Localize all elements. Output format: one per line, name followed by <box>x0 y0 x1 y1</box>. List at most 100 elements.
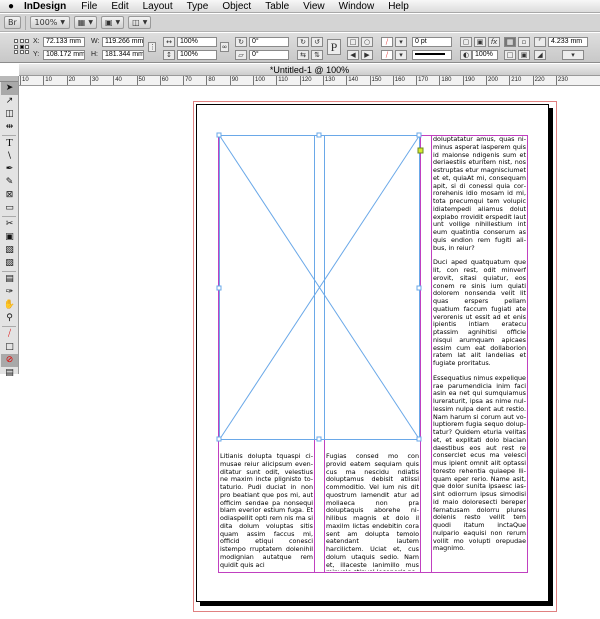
ref-point[interactable] <box>19 50 24 55</box>
select-content-icon[interactable]: ○ <box>361 37 373 47</box>
screen-mode-dropdown[interactable]: ▣ ▼ <box>100 16 125 29</box>
scale-x-field[interactable]: 100% <box>177 37 217 47</box>
text-wrap-icon[interactable]: ▦ <box>504 37 516 47</box>
select-container-icon[interactable]: □ <box>347 37 359 47</box>
stroke-type-dropdown[interactable] <box>412 50 452 60</box>
flip-vertical-icon[interactable]: ⇅ <box>311 50 323 60</box>
y-position-field[interactable]: 108.172 mm <box>43 50 85 60</box>
menu-edit[interactable]: Edit <box>104 1 135 12</box>
reference-point-selector[interactable] <box>14 39 30 55</box>
ruler-tick-label: 140 <box>346 76 358 85</box>
ref-point[interactable] <box>14 39 18 43</box>
zoom-tool-icon[interactable]: ⚲ <box>1 312 18 325</box>
gradient-feather-tool-icon[interactable]: ▨ <box>1 257 18 270</box>
screen-mode-icon[interactable]: ▤ <box>1 367 18 380</box>
formatting-affects-container-icon[interactable]: □ <box>1 341 18 354</box>
ref-point[interactable] <box>25 50 30 55</box>
select-previous-icon[interactable]: ◀ <box>347 50 359 60</box>
hand-tool-icon[interactable]: ✋ <box>1 299 18 312</box>
scale-link-icon[interactable]: ∞ <box>220 42 229 52</box>
text-frame-column-2[interactable]: Fugias consed mo con provid eatem sequia… <box>326 453 419 571</box>
corner-shape-dropdown-icon[interactable]: ▾ <box>562 50 584 60</box>
line-tool-icon[interactable]: \ <box>1 150 18 163</box>
fitting-offset-field[interactable]: 4.233 mm <box>548 37 588 47</box>
text-frame-column-3[interactable]: doluptatatur amus, quas ni­minus asperat… <box>433 136 526 572</box>
scissors-tool-icon[interactable]: ✂ <box>1 218 18 231</box>
fill-none-icon[interactable]: ⧸ <box>381 37 393 47</box>
ref-point[interactable] <box>25 39 30 43</box>
effects-icon[interactable]: ▣ <box>474 37 486 47</box>
eyedropper-tool-icon[interactable]: ✑ <box>1 286 18 299</box>
body-text: Litianis dolupta tquaspi ci­musae reiur … <box>220 453 313 569</box>
menu-window[interactable]: Window <box>332 1 382 12</box>
view-options-dropdown[interactable]: ▦ ▼ <box>73 16 97 29</box>
menu-help[interactable]: Help <box>381 1 416 12</box>
rectangle-frame-tool-icon[interactable]: ⊠ <box>1 189 18 202</box>
direct-selection-tool-icon[interactable]: ↗ <box>1 95 18 108</box>
menu-file[interactable]: File <box>74 1 104 12</box>
ref-point[interactable] <box>14 44 18 49</box>
x-position-field[interactable]: 72.133 mm <box>43 37 85 47</box>
body-text: Fugias consed mo con provid eatem sequia… <box>326 453 419 571</box>
fit-frame-icon[interactable]: ▣ <box>518 50 530 60</box>
constrain-proportions-icon[interactable]: ⋮ <box>148 42 156 52</box>
rotate-cw-icon[interactable]: ↻ <box>297 37 309 47</box>
shear-angle-field[interactable]: 0° <box>249 50 289 60</box>
page-tool-icon[interactable]: ◫ <box>1 108 18 121</box>
flip-indicator-label: P <box>330 40 338 54</box>
fx-icon[interactable]: fx <box>488 37 500 47</box>
ref-point[interactable] <box>14 50 18 55</box>
menu-view[interactable]: View <box>296 1 332 12</box>
pen-tool-icon[interactable]: ✒ <box>1 163 18 176</box>
ref-point[interactable] <box>25 44 30 49</box>
menu-layout[interactable]: Layout <box>136 1 180 12</box>
apple-menu-icon[interactable]: ● <box>0 1 22 12</box>
fill-stroke-swatch-icon[interactable]: ⧸ <box>1 328 18 341</box>
drop-shadow-icon[interactable]: ▢ <box>460 37 472 47</box>
free-transform-tool-icon[interactable]: ▣ <box>1 231 18 244</box>
document-tab[interactable]: *Untitled-1 @ 100% <box>19 64 600 76</box>
stroke-weight-field[interactable]: 0 pt <box>412 37 452 47</box>
note-tool-icon[interactable]: ▤ <box>1 273 18 286</box>
tools-panel: ➤ ↗ ◫ ⇹ T \ ✒ ✎ ⊠ ▭ ✂ ▣ ▧ ▨ ▤ ✑ ✋ ⚲ ⧸ □ … <box>0 76 19 378</box>
selection-tool-icon[interactable]: ➤ <box>1 82 18 95</box>
application-bar: Br 100% ▼ ▦ ▼ ▣ ▼ ◫ ▼ <box>0 14 600 32</box>
rotation-angle-field[interactable]: 0° <box>249 37 289 47</box>
text-frame-column-1[interactable]: Litianis dolupta tquaspi ci­musae reiur … <box>220 453 313 571</box>
body-text: Essequatius nimus expelique rae parumend… <box>433 373 526 553</box>
ref-point-selected[interactable] <box>19 44 24 49</box>
scale-y-field[interactable]: 100% <box>177 50 217 60</box>
type-tool-icon[interactable]: T <box>1 137 18 150</box>
opacity-icon: ◐ <box>460 50 472 60</box>
ruler-tick-label: 60 <box>159 76 168 85</box>
arrange-documents-dropdown[interactable]: ◫ ▼ <box>128 16 152 29</box>
stroke-none-icon[interactable]: ⧸ <box>381 50 393 60</box>
menu-object[interactable]: Object <box>215 1 258 12</box>
gap-tool-icon[interactable]: ⇹ <box>1 121 18 134</box>
w-label: W: <box>91 38 100 45</box>
rectangle-tool-icon[interactable]: ▭ <box>1 202 18 215</box>
flip-horizontal-icon[interactable]: ⇆ <box>297 50 309 60</box>
bridge-button[interactable]: Br <box>4 16 21 29</box>
apply-none-icon[interactable]: ⊘ <box>1 354 18 367</box>
stroke-dropdown-icon[interactable]: ▾ <box>395 50 407 60</box>
gradient-swatch-tool-icon[interactable]: ▧ <box>1 244 18 257</box>
fit-content-icon[interactable]: □ <box>504 50 516 60</box>
ruler-tick-label: 100 <box>253 76 265 85</box>
menu-type[interactable]: Type <box>180 1 216 12</box>
select-next-icon[interactable]: ▶ <box>361 50 373 60</box>
opacity-field[interactable]: 100% <box>472 50 498 60</box>
stroke-sample <box>415 53 445 56</box>
width-field[interactable]: 119.266 mm <box>102 37 144 47</box>
zoom-level-dropdown[interactable]: 100% ▼ <box>29 16 70 29</box>
wrap-bounding-box-icon[interactable]: ▫ <box>518 37 530 47</box>
ref-point[interactable] <box>19 39 24 43</box>
height-field[interactable]: 181.344 mm <box>102 50 144 60</box>
corner-shape-icon[interactable]: ◢ <box>534 50 546 60</box>
rotate-ccw-icon[interactable]: ↺ <box>311 37 323 47</box>
horizontal-ruler[interactable]: 10 10 20 30 40 50 60 70 80 90 100 110 120 130 140 150 16… <box>19 76 600 86</box>
menu-table[interactable]: Table <box>258 1 296 12</box>
pencil-tool-icon[interactable]: ✎ <box>1 176 18 189</box>
fill-dropdown-icon[interactable]: ▾ <box>395 37 407 47</box>
app-name-menu[interactable]: InDesign <box>22 1 74 12</box>
